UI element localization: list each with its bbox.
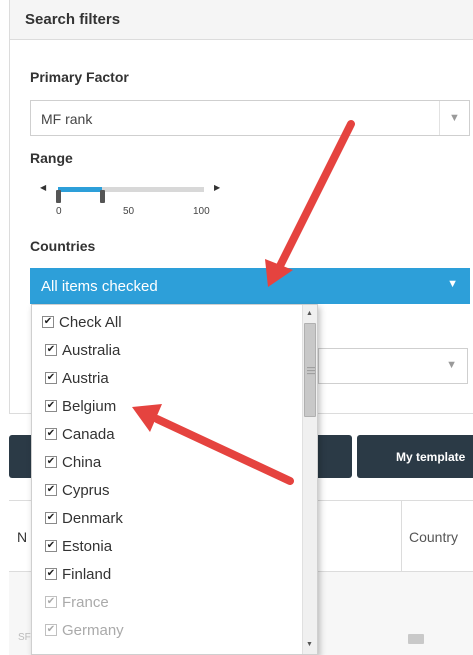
country-option[interactable]: ✔ Finland (32, 561, 302, 589)
checkbox-icon[interactable]: ✔ (45, 400, 57, 412)
country-option[interactable]: ✔ Germany (32, 617, 302, 645)
primary-factor-select[interactable]: MF rank ▼ (30, 100, 470, 136)
checkbox-icon[interactable]: ✔ (45, 624, 57, 636)
slider-track[interactable] (56, 187, 204, 203)
country-option-label: Canada (62, 426, 115, 443)
table-row-text: SF (18, 632, 31, 643)
slider-high-handle[interactable] (99, 190, 105, 203)
checkbox-icon[interactable]: ✔ (45, 372, 57, 384)
scrollbar-grip-icon: — — — (307, 363, 315, 378)
primary-factor-value: MF rank (41, 111, 93, 127)
country-option[interactable]: ✔ China (32, 449, 302, 477)
slider-tick-0: 0 (56, 206, 62, 217)
panel-title: Search filters (10, 0, 473, 40)
slider-low-handle[interactable] (56, 190, 61, 203)
country-option-label: Austria (62, 370, 109, 387)
country-option[interactable]: ✔ Australia (32, 337, 302, 365)
country-option-label: Belgium (62, 398, 117, 415)
country-option[interactable]: ✔ Denmark (32, 505, 302, 533)
chevron-down-icon[interactable]: ▼ (439, 101, 469, 135)
range-slider[interactable]: ◀ ▶ 0 50 100 (36, 180, 226, 220)
country-option-label: Estonia (62, 538, 113, 555)
range-label: Range (30, 150, 73, 166)
country-option-label: France (62, 594, 109, 611)
country-option[interactable]: ✔ Canada (32, 421, 302, 449)
check-all-option[interactable]: ✔ Check All (32, 309, 302, 337)
country-option[interactable]: ✔ France (32, 589, 302, 617)
checkbox-icon[interactable]: ✔ (45, 540, 57, 552)
countries-select[interactable]: All items checked ▼ (30, 268, 470, 304)
slider-right-arrow-icon[interactable]: ▶ (214, 183, 220, 192)
my-templates-button[interactable]: My template (357, 435, 473, 478)
country-option-label: Australia (62, 342, 121, 359)
country-option[interactable]: ✔ Cyprus (32, 477, 302, 505)
column-divider (401, 501, 402, 573)
dropdown-scrollbar[interactable]: ▲ — — — ▼ (302, 305, 317, 654)
checkbox-icon[interactable]: ✔ (45, 484, 57, 496)
slider-tick-50: 50 (123, 206, 135, 217)
country-option-label: Cyprus (62, 482, 110, 499)
countries-dropdown-list[interactable]: ✔ Check All ✔ Australia ✔ Austria ✔ Belgium ✔ C… (31, 304, 318, 655)
checkbox-icon[interactable]: ✔ (42, 316, 54, 328)
countries-select-value: All items checked (41, 278, 158, 295)
secondary-select[interactable]: ▼ (318, 348, 468, 384)
flag-icon (408, 634, 424, 644)
checkbox-icon[interactable]: ✔ (45, 512, 57, 524)
slider-fill (58, 187, 102, 192)
country-option[interactable]: ✔ Estonia (32, 533, 302, 561)
scrollbar-thumb[interactable]: — — — (304, 323, 316, 417)
country-option[interactable]: ✔ Belgium (32, 393, 302, 421)
slider-left-arrow-icon[interactable]: ◀ (40, 183, 46, 192)
countries-label: Countries (30, 238, 96, 254)
checkbox-icon[interactable]: ✔ (45, 428, 57, 440)
chevron-down-icon[interactable]: ▼ (447, 278, 458, 290)
check-all-label: Check All (59, 314, 122, 331)
country-option-label: Germany (62, 622, 124, 639)
scroll-up-arrow-icon[interactable]: ▲ (306, 310, 313, 317)
country-option-label: China (62, 454, 102, 471)
checkbox-icon[interactable]: ✔ (45, 344, 57, 356)
chevron-down-icon[interactable]: ▼ (446, 359, 457, 371)
my-templates-label: My template (396, 450, 466, 464)
primary-factor-label: Primary Factor (30, 69, 129, 85)
checkbox-icon[interactable]: ✔ (45, 596, 57, 608)
checkbox-icon[interactable]: ✔ (45, 568, 57, 580)
scroll-down-arrow-icon[interactable]: ▼ (306, 641, 313, 648)
country-option-label: Denmark (62, 510, 123, 527)
country-option-label: Finland (62, 566, 112, 583)
checkbox-icon[interactable]: ✔ (45, 456, 57, 468)
column-header-country[interactable]: Country (409, 529, 458, 545)
column-header-name[interactable]: N (17, 529, 27, 545)
country-option[interactable]: ✔ Austria (32, 365, 302, 393)
slider-tick-100: 100 (193, 206, 210, 217)
